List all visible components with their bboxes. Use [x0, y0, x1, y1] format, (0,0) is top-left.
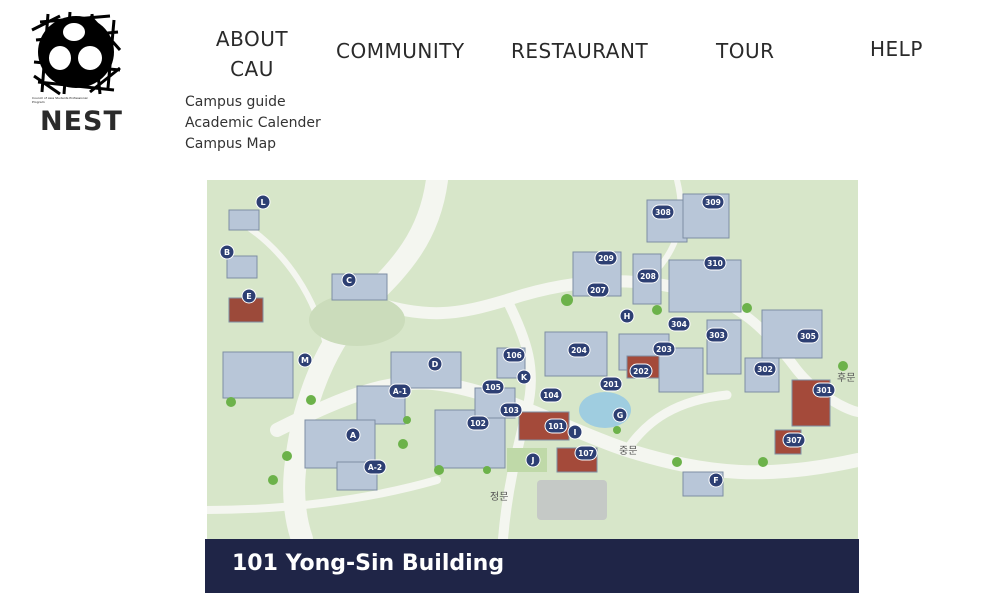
map-pin-label: E	[246, 292, 251, 301]
map-pin-m[interactable]: M	[297, 352, 313, 368]
map-pin-label: 207	[590, 286, 606, 295]
campus-map-image: L B E C M D A-1 A A-2 106 105 K 103 104 102 101 I J 107 201…	[207, 180, 858, 539]
map-pin-label: 203	[656, 345, 672, 354]
map-pin-301[interactable]: 301	[812, 382, 836, 398]
map-pin-f[interactable]: F	[708, 472, 724, 488]
map-pin-label: 104	[543, 391, 559, 400]
map-pin-102[interactable]: 102	[466, 415, 490, 431]
map-pin-202[interactable]: 202	[629, 363, 653, 379]
map-pin-103[interactable]: 103	[499, 402, 523, 418]
map-pin-label: A-1	[393, 387, 407, 396]
map-pin-label: A-2	[368, 463, 382, 472]
map-pin-label: 103	[503, 406, 519, 415]
nav-community[interactable]: COMMUNITY	[336, 36, 465, 66]
nest-logo-icon	[31, 11, 122, 96]
map-pin-label: 106	[506, 351, 522, 360]
nav-about-line1: ABOUT	[215, 27, 289, 51]
map-pin-107[interactable]: 107	[574, 445, 598, 461]
map-pin-309[interactable]: 309	[701, 194, 725, 210]
nav-about-line2: CAU	[230, 57, 274, 81]
map-pin-label: A	[350, 431, 357, 440]
submenu-campus-guide[interactable]: Campus guide	[185, 92, 321, 113]
map-pin-a-1[interactable]: A-1	[388, 383, 412, 399]
nav-tour[interactable]: TOUR	[716, 36, 775, 66]
map-pin-104[interactable]: 104	[539, 387, 563, 403]
map-pin-304[interactable]: 304	[667, 316, 691, 332]
map-pin-d[interactable]: D	[427, 356, 443, 372]
middle-gate-label: 중문	[619, 445, 637, 457]
map-pin-label: C	[346, 276, 352, 285]
map-pin-label: 304	[671, 320, 687, 329]
map-pin-307[interactable]: 307	[782, 432, 806, 448]
map-pin-k[interactable]: K	[516, 369, 532, 385]
map-pin-label: 202	[633, 367, 649, 376]
map-pin-101[interactable]: 101	[544, 418, 568, 434]
about-submenu: Campus guide Academic Calender Campus Ma…	[185, 92, 321, 155]
map-pin-209[interactable]: 209	[594, 250, 618, 266]
map-pin-a-2[interactable]: A-2	[363, 459, 387, 475]
map-pin-label: 101	[548, 422, 564, 431]
map-pin-label: 308	[655, 208, 671, 217]
map-pin-label: L	[260, 198, 265, 207]
map-pin-208[interactable]: 208	[636, 268, 660, 284]
brand-name: NEST	[40, 106, 123, 137]
map-pin-j[interactable]: J	[525, 452, 541, 468]
map-pin-label: 201	[603, 380, 619, 389]
map-pin-label: 105	[485, 383, 501, 392]
map-pin-label: K	[521, 373, 528, 382]
map-pin-b[interactable]: B	[219, 244, 235, 260]
map-pin-a[interactable]: A	[345, 427, 361, 443]
map-pin-g[interactable]: G	[612, 407, 628, 423]
logo[interactable]: Council of Asia Students Professional Pr…	[28, 10, 124, 140]
map-pin-label: D	[432, 360, 439, 369]
map-pin-203[interactable]: 203	[652, 341, 676, 357]
main-gate-label: 정문	[490, 491, 508, 503]
map-pin-305[interactable]: 305	[796, 328, 820, 344]
building-caption-bar: 101 Yong-Sin Building	[205, 539, 859, 593]
map-pin-label: I	[574, 428, 577, 437]
submenu-campus-map[interactable]: Campus Map	[185, 134, 321, 155]
map-pin-label: 209	[598, 254, 614, 263]
map-pin-label: H	[624, 312, 631, 321]
map-pin-308[interactable]: 308	[651, 204, 675, 220]
map-pin-label: G	[617, 411, 624, 420]
map-pin-e[interactable]: E	[241, 288, 257, 304]
nav-restaurant[interactable]: RESTAURANT	[511, 36, 648, 66]
map-pin-303[interactable]: 303	[705, 327, 729, 343]
map-pin-h[interactable]: H	[619, 308, 635, 324]
map-pin-label: B	[224, 248, 230, 257]
map-pin-label: 102	[470, 419, 486, 428]
map-pin-106[interactable]: 106	[502, 347, 526, 363]
nav-help[interactable]: HELP	[870, 34, 923, 64]
building-caption: 101 Yong-Sin Building	[232, 551, 505, 576]
map-pin-label: 302	[757, 365, 773, 374]
map-pin-105[interactable]: 105	[481, 379, 505, 395]
map-pin-label: 309	[705, 198, 721, 207]
map-pin-label: 310	[707, 259, 723, 268]
map-pin-204[interactable]: 204	[567, 342, 591, 358]
map-pin-l[interactable]: L	[255, 194, 271, 210]
map-pin-label: 208	[640, 272, 656, 281]
map-pin-label: 107	[578, 449, 594, 458]
map-pin-label: M	[301, 356, 309, 365]
logo-subtitle: Council of Asia Students Professional Pr…	[32, 96, 88, 104]
map-pin-label: 303	[709, 331, 725, 340]
map-pin-label: 305	[800, 332, 816, 341]
map-pin-label: 307	[786, 436, 802, 445]
map-pin-label: J	[531, 456, 535, 465]
map-pin-310[interactable]: 310	[703, 255, 727, 271]
map-pin-label: 301	[816, 386, 832, 395]
map-pin-207[interactable]: 207	[586, 282, 610, 298]
map-pin-c[interactable]: C	[341, 272, 357, 288]
campus-map[interactable]: L B E C M D A-1 A A-2 106 105 K 103 104 102 101 I J 107 201…	[207, 180, 858, 539]
submenu-academic-calender[interactable]: Academic Calender	[185, 113, 321, 134]
map-pin-201[interactable]: 201	[599, 376, 623, 392]
map-pin-label: F	[713, 476, 718, 485]
map-pin-label: 204	[571, 346, 587, 355]
back-gate-label: 후문	[837, 372, 855, 384]
nav-about-cau[interactable]: ABOUT CAU	[206, 24, 298, 84]
map-pin-302[interactable]: 302	[753, 361, 777, 377]
map-pin-i[interactable]: I	[567, 424, 583, 440]
